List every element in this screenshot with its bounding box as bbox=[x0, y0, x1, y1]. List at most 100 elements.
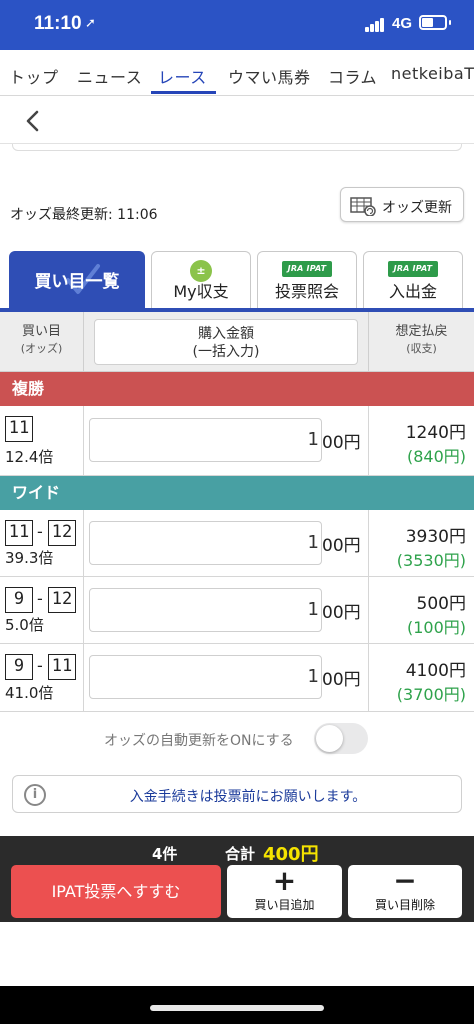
jra-ipat-badge: JRA IPAT bbox=[388, 261, 438, 277]
tab-my-balance-label: My収支 bbox=[173, 282, 229, 301]
tab-my-balance[interactable]: ± My収支 bbox=[151, 251, 251, 308]
tab-deposit-withdraw[interactable]: JRA IPAT 入出金 bbox=[363, 251, 463, 308]
battery-icon bbox=[419, 15, 447, 30]
status-time: 11:10 bbox=[34, 13, 82, 34]
nav-tab-umai-baken[interactable]: ウマい馬券 bbox=[228, 64, 311, 88]
add-bet-label: 買い目追加 bbox=[254, 898, 315, 912]
amount-suffix: 00円 bbox=[322, 536, 361, 556]
tab-vote-inquiry-label: 投票照会 bbox=[274, 282, 339, 301]
odds-refresh-label: オッズ更新 bbox=[382, 200, 452, 216]
auto-update-toggle[interactable] bbox=[314, 723, 368, 754]
net-value: (3700円) bbox=[396, 685, 466, 704]
collapsed-panel-edge bbox=[12, 144, 462, 151]
back-row bbox=[0, 96, 474, 144]
payout-value: 500円 bbox=[416, 594, 466, 614]
total-value: 400円 bbox=[263, 844, 319, 865]
location-arrow-icon: ➚ bbox=[85, 16, 96, 31]
top-nav: トップ ニュース レース ウマい馬券 コラム netkeibaT bbox=[0, 50, 474, 96]
add-bet-button[interactable]: + 買い目追加 bbox=[227, 865, 342, 918]
amount-suffix: 00円 bbox=[322, 603, 361, 623]
number-separator: - bbox=[37, 656, 43, 675]
bet-row: 11 - 12 39.3倍 1 00円 3930円 (3530円) bbox=[0, 510, 474, 577]
nav-tab-column[interactable]: コラム bbox=[328, 64, 377, 88]
home-indicator[interactable] bbox=[150, 1005, 324, 1011]
bulk-amount-button[interactable]: 購入金額 (一括入力) bbox=[94, 319, 358, 365]
section-fukusho: 複勝 bbox=[0, 372, 474, 406]
bet-cell: 9 - 12 5.0倍 bbox=[0, 577, 84, 643]
net-value: (3530円) bbox=[396, 551, 466, 570]
tab-deposit-withdraw-label: 入出金 bbox=[388, 282, 437, 301]
tab-bet-list-label: 買い目一覧 bbox=[34, 272, 120, 292]
bet-row: 9 - 12 5.0倍 1 00円 500円 (100円) bbox=[0, 577, 474, 644]
bet-row: 9 - 11 41.0倍 1 00円 4100円 (3700円) bbox=[0, 644, 474, 712]
header-bet: 買い目 (オッズ) bbox=[0, 312, 84, 372]
net-value: (100円) bbox=[406, 618, 466, 637]
bet-cell: 11 - 12 39.3倍 bbox=[0, 510, 84, 576]
table-refresh-icon bbox=[350, 197, 376, 216]
status-bar: 11:10 ➚ 4G bbox=[0, 0, 474, 50]
nav-tab-race[interactable]: レース bbox=[158, 64, 207, 88]
delete-bet-button[interactable]: − 買い目削除 bbox=[348, 865, 462, 918]
header-amount-label: 購入金額 bbox=[198, 326, 254, 342]
plus-icon: + bbox=[272, 864, 297, 897]
minus-icon: − bbox=[393, 864, 417, 897]
chevron-left-icon[interactable] bbox=[19, 107, 47, 135]
section-wide: ワイド bbox=[0, 476, 474, 510]
number-separator: - bbox=[37, 589, 43, 608]
network-type: 4G bbox=[392, 15, 413, 32]
bet-odds: 12.4倍 bbox=[5, 448, 54, 466]
payout-value: 4100円 bbox=[405, 661, 466, 681]
tab-vote-inquiry[interactable]: JRA IPAT 投票照会 bbox=[257, 251, 357, 308]
delete-bet-label: 買い目削除 bbox=[374, 898, 435, 912]
header-payout: 想定払戻 (収支) bbox=[368, 312, 474, 372]
payout-cell: 4100円 (3700円) bbox=[368, 644, 474, 711]
deposit-notice-text: 入金手続きは投票前にお願いします。 bbox=[129, 789, 367, 805]
nav-tab-netkeiba-tv[interactable]: netkeibaT bbox=[391, 64, 474, 83]
toggle-knob bbox=[316, 725, 343, 752]
bet-row: 11 12.4倍 1 00円 1240円 (840円) bbox=[0, 406, 474, 476]
horse-number: 9 bbox=[5, 654, 33, 680]
amount-input[interactable]: 1 bbox=[89, 418, 322, 462]
horse-number: 12 bbox=[48, 520, 76, 546]
nav-tab-news[interactable]: ニュース bbox=[77, 64, 142, 88]
bet-odds: 39.3倍 bbox=[5, 549, 54, 567]
bet-odds: 41.0倍 bbox=[5, 684, 54, 702]
payout-value: 1240円 bbox=[405, 423, 466, 443]
ipat-vote-button[interactable]: IPAT投票へすすむ bbox=[11, 865, 221, 918]
bet-count: 4件 bbox=[152, 845, 178, 863]
total-label: 合計 bbox=[225, 845, 256, 863]
payout-cell: 1240円 (840円) bbox=[368, 406, 474, 475]
net-value: (840円) bbox=[406, 447, 466, 466]
bet-odds: 5.0倍 bbox=[5, 616, 44, 634]
deposit-notice: i 入金手続きは投票前にお願いします。 bbox=[12, 775, 462, 813]
header-payout-label: 想定払戻 bbox=[395, 324, 448, 339]
horse-number: 12 bbox=[48, 587, 76, 613]
nav-tab-top[interactable]: トップ bbox=[9, 64, 59, 88]
header-bet-label: 買い目 bbox=[21, 324, 61, 339]
payout-cell: 3930円 (3530円) bbox=[368, 510, 474, 576]
signal-icon bbox=[365, 18, 386, 32]
jra-ipat-badge: JRA IPAT bbox=[282, 261, 332, 277]
amount-input[interactable]: 1 bbox=[89, 655, 322, 699]
amount-input[interactable]: 1 bbox=[89, 588, 322, 632]
header-payout-sub: (収支) bbox=[406, 342, 437, 355]
odds-refresh-button[interactable]: オッズ更新 bbox=[340, 187, 464, 222]
horse-number: 11 bbox=[5, 520, 33, 546]
payout-value: 3930円 bbox=[405, 527, 466, 547]
horse-number: 11 bbox=[48, 654, 76, 680]
bottom-action-bar: 4件 合計 400円 IPAT投票へすすむ + 買い目追加 − 買い目削除 bbox=[0, 836, 474, 922]
number-separator: - bbox=[37, 522, 43, 541]
horse-number: 11 bbox=[5, 416, 33, 442]
odds-last-updated: オッズ最終更新: 11:06 bbox=[10, 207, 158, 223]
bet-cell: 11 12.4倍 bbox=[0, 406, 84, 475]
auto-update-label: オッズの自動更新をONにする bbox=[104, 733, 294, 749]
amount-suffix: 00円 bbox=[322, 670, 361, 690]
amount-suffix: 00円 bbox=[322, 433, 361, 453]
bet-cell: 9 - 11 41.0倍 bbox=[0, 644, 84, 711]
header-bet-sub: (オッズ) bbox=[20, 342, 63, 355]
nav-active-indicator bbox=[151, 91, 216, 94]
bet-table-header: 買い目 (オッズ) 購入金額 (一括入力) 想定払戻 (収支) bbox=[0, 312, 474, 372]
horse-number: 9 bbox=[5, 587, 33, 613]
amount-input[interactable]: 1 bbox=[89, 521, 322, 565]
tab-bet-list[interactable]: 買い目一覧 bbox=[9, 251, 145, 308]
